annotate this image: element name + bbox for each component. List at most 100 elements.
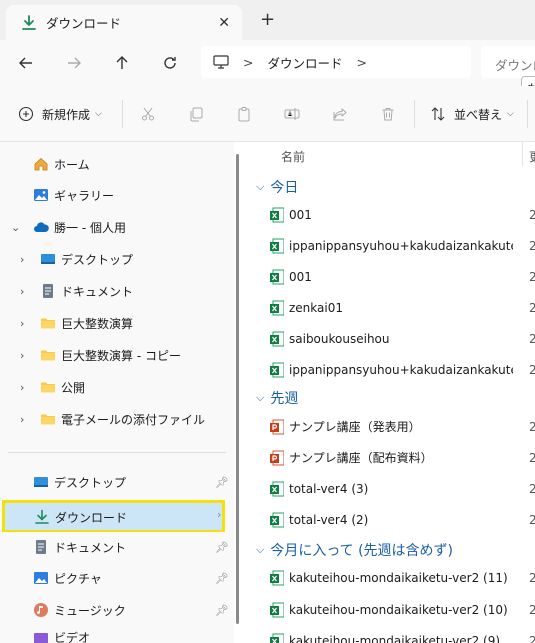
pin-icon[interactable]: 📌︎ [215, 604, 229, 617]
back-button[interactable] [14, 51, 38, 75]
sort-button[interactable]: 並べ替え ⌵ [430, 102, 514, 126]
close-icon[interactable]: ✕ [218, 15, 230, 31]
chevron-right-icon[interactable]: › [20, 381, 24, 394]
sidebar-item-label: ダウンロード [55, 511, 128, 525]
chevron-down-icon[interactable]: ⌄ [11, 221, 20, 234]
sidebar-item-folder[interactable]: › 電子メールの添付ファイル [0, 404, 234, 434]
sidebar-item-label: ピクチャ [54, 571, 102, 586]
file-date: 2 [529, 419, 535, 434]
up-button[interactable] [110, 51, 134, 75]
file-row[interactable]: ナンプレ講座（発表用） 2 [246, 411, 535, 442]
file-row[interactable]: zenkai01 2 [246, 292, 535, 323]
file-date: 2 [529, 570, 535, 585]
file-row[interactable]: ippanippansyuhou+kakudaizankakuteih... 2 [246, 230, 535, 261]
new-button-label: 新規作成 [42, 107, 91, 122]
group-header-last-week[interactable]: ⌵ 先週 [256, 388, 298, 408]
address-bar[interactable]: > ダウンロード > [201, 46, 471, 78]
file-row[interactable]: ippanippansyuhou+kakudaizankakuteihou 2 [246, 354, 535, 385]
breadcrumb-separator[interactable]: > [357, 55, 367, 70]
desktop-icon [34, 477, 48, 487]
file-name: ナンプレ講座（配布資料） [289, 451, 433, 465]
gallery-icon [34, 189, 48, 201]
sort-icon [431, 107, 445, 121]
pin-icon[interactable]: 📌︎ [215, 572, 229, 585]
pin-icon[interactable]: 📌︎ [215, 476, 229, 489]
new-tab-button[interactable]: + [260, 10, 275, 30]
sidebar-item-home[interactable]: ホーム [0, 149, 234, 179]
breadcrumb-downloads[interactable]: ダウンロード [267, 53, 342, 72]
file-name: kakuteihou-mondaikaiketu-ver2 (11) [289, 570, 508, 585]
file-row[interactable]: 001 2 [246, 261, 535, 292]
chevron-right-icon[interactable]: › [20, 317, 24, 330]
excel-file-icon [270, 300, 284, 315]
group-header-this-month[interactable]: ⌵ 今月に入って (先週は含めず) [256, 540, 453, 560]
home-icon [34, 157, 48, 171]
divider [8, 452, 226, 453]
search-input[interactable]: ダウンロ [481, 46, 535, 78]
sidebar-item-label: ミュージック [54, 603, 126, 618]
chevron-right-icon[interactable]: › [20, 285, 24, 298]
file-name: total-ver4 (2) [289, 512, 369, 527]
cut-button[interactable] [140, 102, 156, 126]
file-row[interactable]: total-ver4 (3) 2 [246, 473, 535, 504]
file-row[interactable]: kakuteihou-mondaikaiketu-ver2 (11) 2 [246, 562, 535, 593]
file-list: 名前 更 ⌵ 今日 001 2 ippanippansyuhou+kakudai… [246, 142, 535, 643]
powerpoint-file-icon [270, 450, 284, 465]
quick-access-pictures[interactable]: ピクチャ 📌︎ [0, 563, 234, 593]
delete-button[interactable] [380, 102, 396, 126]
rename-button[interactable] [284, 102, 300, 126]
sidebar-item-onedrive[interactable]: ⌄ 勝一 - 個人用 [0, 212, 234, 242]
column-header-name[interactable]: 名前 [281, 148, 305, 165]
sidebar-item-label: デスクトップ [61, 252, 134, 267]
sidebar-item-desktop[interactable]: › デスクトップ [0, 244, 234, 274]
group-label: 今日 [270, 180, 299, 196]
folder-icon [41, 350, 55, 361]
chevron-down-icon: ⌵ [256, 180, 265, 193]
chevron-right-icon[interactable]: › [20, 253, 24, 266]
quick-access-documents[interactable]: ドキュメント 📌︎ [0, 532, 234, 562]
file-name: zenkai01 [289, 300, 343, 315]
file-row[interactable]: total-ver4 (2) 2 [246, 504, 535, 535]
column-divider[interactable] [522, 142, 523, 166]
file-date: 2 [529, 300, 535, 315]
file-name: kakuteihou-mondaikaiketu-ver2 (10) [289, 602, 508, 617]
quick-access-desktop[interactable]: デスクトップ 📌︎ [0, 467, 234, 497]
navigation-bar: > ダウンロード > ダウンロ [0, 40, 535, 86]
chevron-right-icon[interactable]: › [20, 413, 24, 426]
file-row[interactable]: ナンプレ講座（配布資料） 2 [246, 442, 535, 473]
excel-file-icon [270, 331, 284, 346]
copy-button[interactable] [188, 102, 204, 126]
quick-access-downloads-selected[interactable]: ダウンロード › [2, 500, 225, 533]
quick-access-music[interactable]: ミュージック 📌︎ [0, 595, 234, 625]
group-header-today[interactable]: ⌵ 今日 [256, 177, 298, 197]
sidebar-item-folder[interactable]: › 巨大整数演算 - コピー [0, 340, 234, 370]
trash-icon [382, 108, 394, 121]
excel-file-icon [270, 238, 284, 253]
music-icon [34, 603, 48, 617]
tab-downloads[interactable]: ダウンロード ✕ [6, 5, 242, 40]
file-date: 2 [529, 481, 535, 496]
forward-button[interactable] [62, 51, 86, 75]
quick-access-videos[interactable]: ビデオ [0, 627, 234, 643]
video-icon [34, 633, 48, 643]
sidebar-item-folder[interactable]: › 巨大整数演算 [0, 308, 234, 338]
sidebar-item-folder[interactable]: › 公開 [0, 372, 234, 402]
sidebar-scrollbar[interactable] [236, 154, 239, 624]
paste-button[interactable] [236, 102, 252, 126]
new-button[interactable]: 新規作成 ⌵ [18, 102, 102, 126]
chevron-right-icon[interactable]: › [20, 349, 24, 362]
refresh-button[interactable] [158, 51, 182, 75]
sidebar-item-documents[interactable]: › ドキュメント [0, 276, 234, 306]
column-header-date[interactable]: 更 [529, 148, 535, 165]
tab-title: ダウンロード [46, 16, 122, 31]
pin-icon[interactable]: 📌︎ [215, 541, 229, 554]
file-name: 001 [289, 207, 312, 222]
file-row[interactable]: saiboukouseihou 2 [246, 323, 535, 354]
share-button[interactable] [332, 102, 348, 126]
file-row[interactable]: kakuteihou-mondaikaiketu-ver2 (9) 2 [246, 625, 535, 643]
file-row[interactable]: kakuteihou-mondaikaiketu-ver2 (10) 2 [246, 594, 535, 625]
file-date: 2 [529, 331, 535, 346]
sidebar-item-gallery[interactable]: ギャラリー [0, 180, 234, 210]
arrow-left-icon [19, 57, 32, 69]
file-row[interactable]: 001 2 [246, 199, 535, 230]
